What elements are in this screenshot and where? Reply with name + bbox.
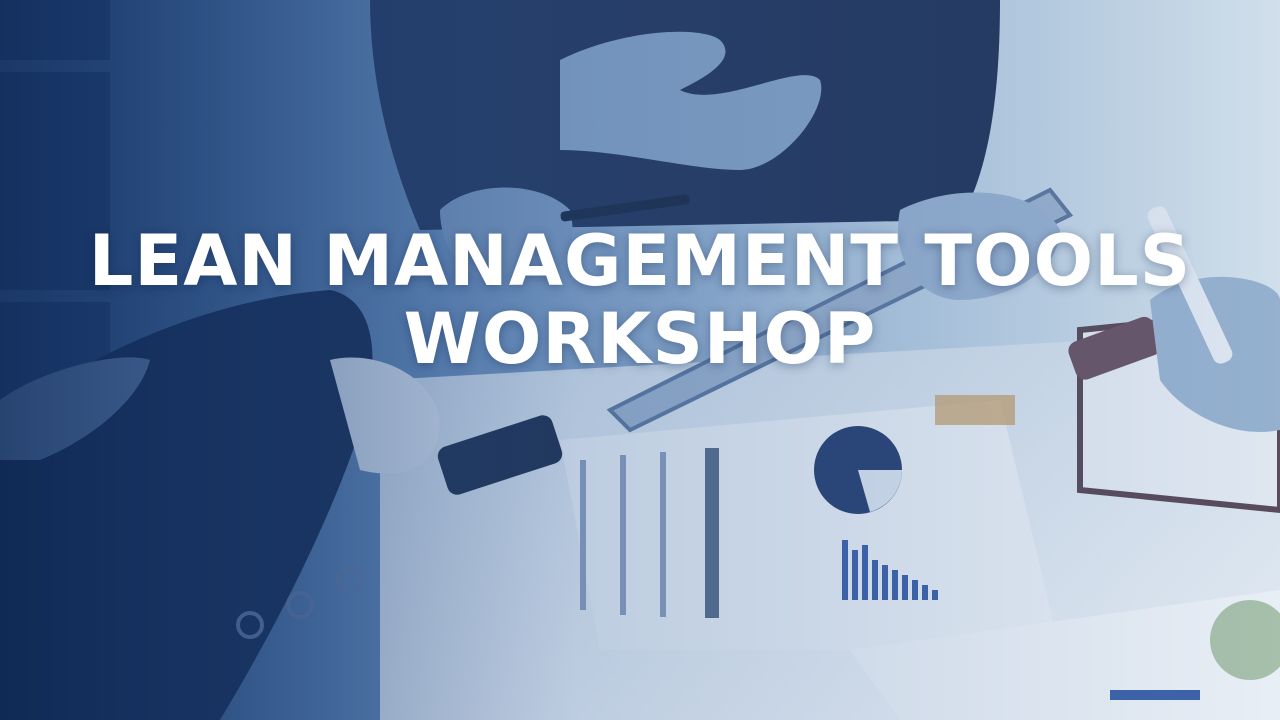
title-line-2: WORKSHOP [403, 298, 877, 380]
workshop-title: LEAN MANAGEMENT TOOLS WORKSHOP [0, 222, 1280, 378]
hero-banner: LEAN MANAGEMENT TOOLS WORKSHOP [0, 0, 1280, 720]
title-line-1: LEAN MANAGEMENT TOOLS [88, 220, 1192, 302]
